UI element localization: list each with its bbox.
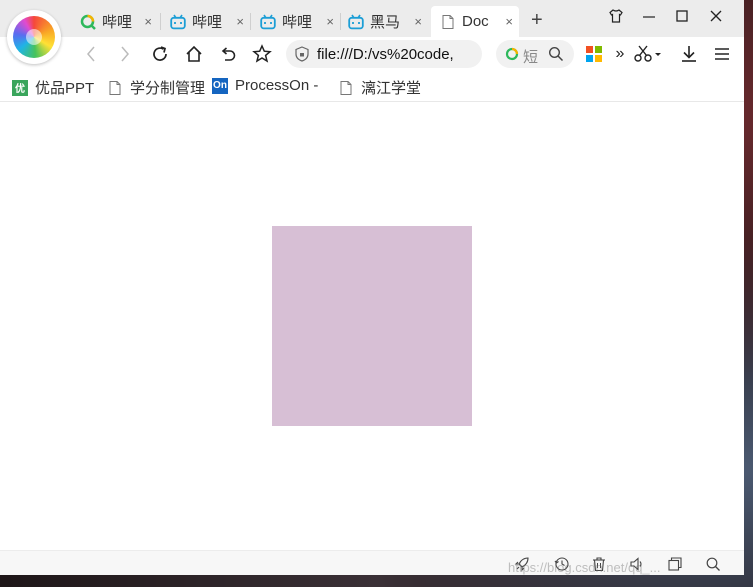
skin-icon[interactable]	[608, 8, 630, 24]
home-icon[interactable]	[181, 41, 207, 67]
menu-icon[interactable]	[709, 41, 735, 67]
browser-window: 哔哩 × 哔哩 × 哔哩 × 黑马 × Doc × + file:///D:/v…	[0, 0, 744, 575]
document-icon	[340, 80, 352, 95]
page-content	[0, 102, 744, 550]
tab-separator	[340, 13, 341, 30]
zoom-search-icon[interactable]	[704, 555, 722, 573]
bookmark-processon[interactable]: On ProcessOn -	[212, 77, 318, 94]
tab-close-icon[interactable]: ×	[236, 14, 244, 29]
bilibili-icon	[348, 14, 364, 29]
bookmark-credit-system[interactable]: 学分制管理	[107, 77, 205, 98]
favorite-star-icon[interactable]	[249, 41, 275, 67]
processon-logo-icon: On	[212, 77, 228, 94]
minimize-icon[interactable]	[642, 8, 664, 24]
bookmark-lijiang-xuetang[interactable]: 漓江学堂	[338, 77, 421, 98]
address-url[interactable]: file:///D:/vs%20code,	[317, 46, 477, 63]
tab-doc-active[interactable]: Doc ×	[431, 6, 519, 37]
bookmark-youpin-ppt[interactable]: 优 优品PPT	[12, 77, 94, 98]
search-box[interactable]: 短	[496, 40, 574, 68]
tab-label: 哔哩	[192, 14, 223, 31]
bilibili-icon	[170, 14, 186, 29]
tab-bilibili-1[interactable]: 哔哩 ×	[170, 6, 250, 37]
window-restore-icon[interactable]	[666, 555, 684, 573]
maximize-icon[interactable]	[675, 8, 697, 24]
undo-close-tab-icon[interactable]	[215, 41, 241, 67]
pink-square-box	[272, 226, 472, 426]
tab-label: 黑马	[370, 14, 401, 31]
bookmark-label: ProcessOn -	[235, 77, 319, 94]
tab-label: Doc	[462, 13, 489, 30]
forward-icon[interactable]	[112, 41, 138, 67]
download-icon[interactable]	[676, 41, 702, 67]
tab-close-icon[interactable]: ×	[326, 14, 334, 29]
watermark-text: https://blog.csdn.net/qq_...	[508, 560, 661, 575]
bilibili-icon	[260, 14, 276, 29]
youpin-logo-icon: 优	[12, 79, 28, 96]
tab-separator	[160, 13, 161, 30]
screenshot-scissors-icon[interactable]	[631, 41, 667, 67]
bookmarks-bar: 优 优品PPT 学分制管理 On ProcessOn - 漓江学堂	[0, 71, 744, 102]
tab-heima[interactable]: 黑马 ×	[348, 6, 428, 37]
reload-icon[interactable]	[147, 41, 173, 67]
bookmark-label: 优品PPT	[35, 80, 95, 97]
back-icon[interactable]	[78, 41, 104, 67]
tab-label: 哔哩	[102, 14, 133, 31]
search-circle-icon	[80, 14, 96, 30]
tab-bilibili-2[interactable]: 哔哩 ×	[260, 6, 340, 37]
tab-label: 哔哩	[282, 14, 313, 31]
navigation-bar: file:///D:/vs%20code, 短 »	[0, 37, 744, 71]
document-icon	[109, 80, 121, 95]
tab-bilibili-search[interactable]: 哔哩 ×	[80, 6, 158, 37]
tab-separator	[250, 13, 251, 30]
tab-strip: 哔哩 × 哔哩 × 哔哩 × 黑马 × Doc × +	[0, 0, 744, 37]
tab-close-icon[interactable]: ×	[414, 14, 422, 29]
bookmark-label: 学分制管理	[130, 80, 206, 97]
document-icon	[442, 14, 454, 29]
close-window-icon[interactable]	[709, 8, 731, 24]
search-icon[interactable]	[548, 46, 564, 62]
browser-logo-icon[interactable]	[7, 10, 61, 64]
new-tab-button[interactable]: +	[531, 9, 543, 32]
more-extensions-icon[interactable]: »	[611, 41, 629, 67]
search-engine-icon	[505, 47, 519, 61]
apps-grid-icon[interactable]	[581, 41, 607, 67]
shield-icon	[295, 46, 309, 62]
tab-close-icon[interactable]: ×	[505, 14, 513, 29]
search-placeholder: 短	[523, 49, 539, 66]
address-bar[interactable]: file:///D:/vs%20code,	[286, 40, 482, 68]
bookmark-label: 漓江学堂	[361, 80, 422, 97]
tab-close-icon[interactable]: ×	[144, 14, 152, 29]
